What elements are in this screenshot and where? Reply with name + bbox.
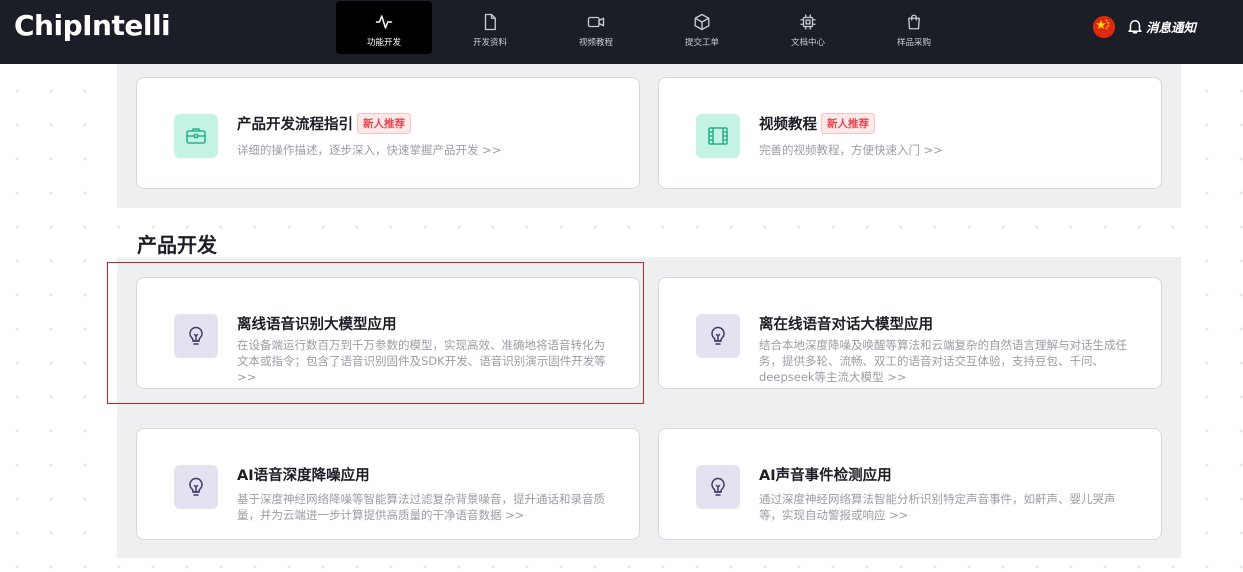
card-ai-noise-reduction[interactable]: AI语音深度降噪应用 基于深度神经网络降噪等智能算法过滤复杂背景噪音，提升通话和… — [136, 428, 640, 540]
card-title: AI声音事件检测应用 — [759, 468, 892, 484]
top-navigation-bar: ChipIntelli 功能开发 开发资料 视频教程 提交工单 文档中心 样品采… — [0, 0, 1243, 64]
card-video-tutorials[interactable]: 视频教程 新人推荐 完善的视频教程，方便快速入门 >> — [658, 77, 1162, 189]
nav-item-function-dev[interactable]: 功能开发 — [336, 1, 432, 54]
chipintelli-logo[interactable]: ChipIntelli — [14, 9, 171, 42]
nav-label: 视频教程 — [578, 37, 613, 48]
nav-item-dev-materials[interactable]: 开发资料 — [442, 0, 538, 54]
lightbulb-icon — [696, 314, 740, 358]
new-user-badge: 新人推荐 — [821, 113, 875, 134]
nav-item-submit-ticket[interactable]: 提交工单 — [654, 0, 750, 54]
card-dev-process-guide[interactable]: 产品开发流程指引 新人推荐 详细的操作描述，逐步深入，快速掌握产品开发 >> — [136, 77, 640, 189]
notifications-link[interactable]: 消息通知 — [1146, 17, 1196, 36]
card-description: 基于深度神经网络降噪等智能算法过滤复杂背景噪音，提升通话和录音质量，并为云端进一… — [237, 492, 605, 522]
bell-icon[interactable] — [1126, 16, 1144, 36]
video-camera-icon — [587, 16, 605, 27]
activity-pulse-icon — [375, 15, 393, 29]
toolbox-icon — [174, 114, 218, 158]
card-offline-asr-llm[interactable]: 离线语音识别大模型应用 在设备端运行数百万到千万参数的模型，实现高效、准确地将语… — [136, 277, 640, 389]
chip-icon — [800, 14, 816, 29]
new-user-badge: 新人推荐 — [357, 113, 411, 134]
card-description: 详细的操作描述，逐步深入，快速掌握产品开发 >> — [237, 143, 502, 157]
card-description: 结合本地深度降噪及唤醒等算法和云端复杂的自然语言理解与对话生成任务，提供多轮、流… — [759, 338, 1127, 384]
nav-label: 提交工单 — [684, 37, 719, 48]
nav-item-sample-purchase[interactable]: 样品采购 — [866, 0, 962, 54]
nav-label: 文档中心 — [790, 37, 825, 48]
nav-label: 功能开发 — [366, 38, 401, 48]
card-title: 视频教程 — [759, 117, 817, 133]
nav-label: 开发资料 — [472, 37, 507, 48]
card-description: 完善的视频教程，方便快速入门 >> — [759, 143, 943, 157]
lightbulb-icon — [174, 465, 218, 509]
document-icon — [484, 13, 496, 30]
nav-item-video-tutorials[interactable]: 视频教程 — [548, 0, 644, 54]
card-title: AI语音深度降噪应用 — [237, 468, 370, 484]
card-title: 产品开发流程指引 — [237, 117, 353, 133]
card-ai-sound-event-detection[interactable]: AI声音事件检测应用 通过深度神经网络算法智能分析识别特定声音事件，如鼾声、婴儿… — [658, 428, 1162, 540]
card-title: 离线语音识别大模型应用 — [237, 317, 397, 333]
nav-label: 样品采购 — [896, 37, 931, 48]
card-online-voice-dialog-llm[interactable]: 离在线语音对话大模型应用 结合本地深度降噪及唤醒等算法和云端复杂的自然语言理解与… — [658, 277, 1162, 389]
card-description: 在设备端运行数百万到千万参数的模型，实现高效、准确地将语音转化为文本或指令；包含… — [237, 338, 606, 384]
nav-item-doc-center[interactable]: 文档中心 — [760, 0, 856, 54]
film-icon — [696, 114, 740, 158]
box-3d-icon — [694, 13, 710, 30]
card-description: 通过深度神经网络算法智能分析识别特定声音事件，如鼾声、婴儿哭声等，实现自动警报或… — [759, 492, 1116, 522]
section-title-product-dev: 产品开发 — [137, 233, 217, 257]
china-flag-icon[interactable] — [1093, 16, 1115, 38]
lightbulb-icon — [174, 314, 218, 358]
card-title: 离在线语音对话大模型应用 — [759, 317, 933, 333]
lightbulb-icon — [696, 465, 740, 509]
shopping-bag-icon — [908, 14, 920, 29]
